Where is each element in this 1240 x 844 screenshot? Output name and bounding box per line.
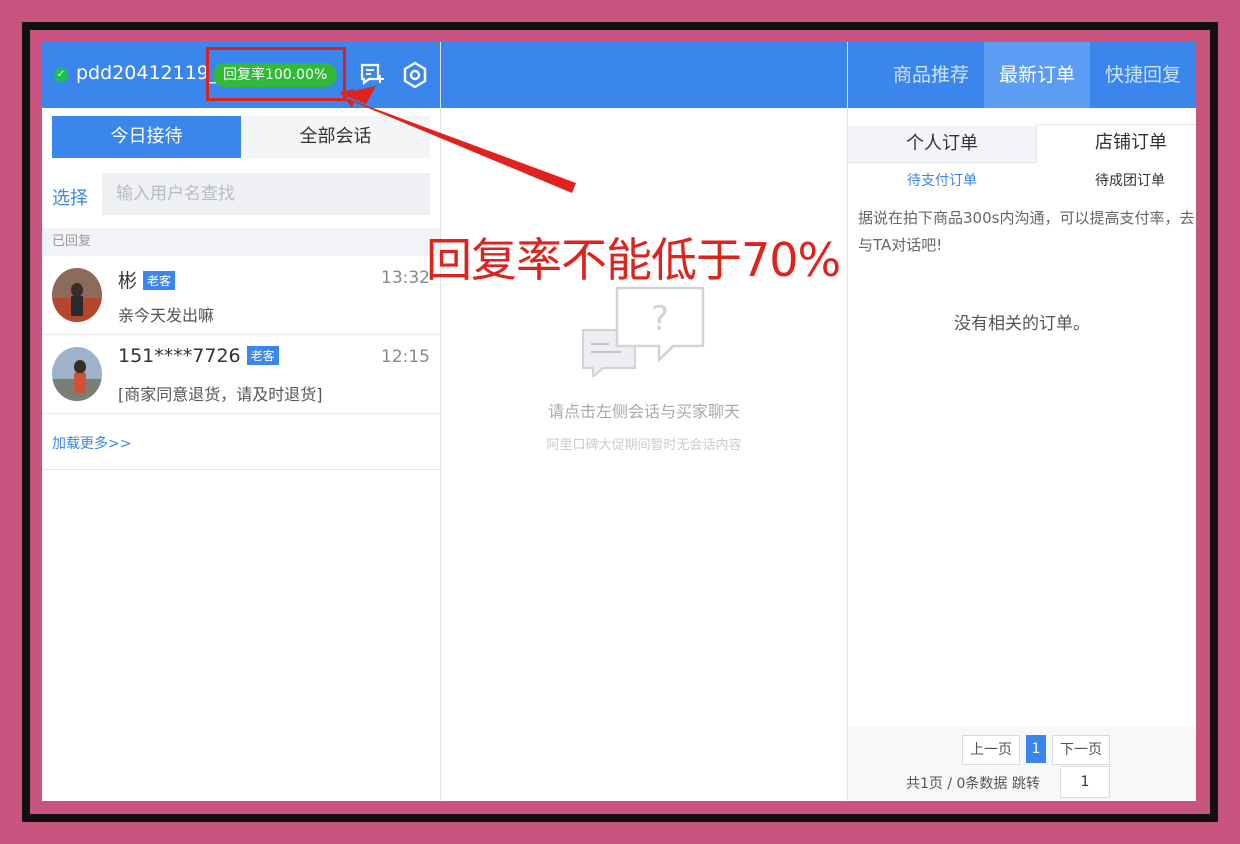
order-notice: 据说在拍下商品300s内沟通，可以提高支付率，去与TA对话吧!: [858, 209, 1195, 254]
chat-bubbles-icon: ?: [577, 282, 707, 380]
subtab-pending-payment[interactable]: 待支付订单: [848, 170, 1036, 190]
top-bar: ✓ pdd20412119_ 回复率100.00% 商品推荐 最新订单 快捷回复: [42, 42, 1196, 108]
returning-customer-badge: 老客: [246, 346, 279, 365]
conversation-name: 彬老客: [118, 266, 176, 293]
tab-today-reception[interactable]: 今日接待: [52, 116, 241, 158]
user-search-input[interactable]: [102, 173, 430, 215]
tab-personal-orders[interactable]: 个人订单: [848, 126, 1036, 163]
conversation-message: [商家同意退货，请及时退货]: [118, 385, 323, 404]
settings-icon[interactable]: [401, 61, 429, 89]
conversation-time: 12:15: [381, 347, 430, 367]
list-divider: [42, 469, 440, 470]
select-link[interactable]: 选择: [52, 184, 88, 210]
annotation-text: 回复率不能低于70%: [426, 233, 841, 287]
conversation-item[interactable]: 151****7726 老客 12:15 [商家同意退货，请及时退货]: [42, 335, 440, 414]
tab-all-sessions[interactable]: 全部会话: [241, 116, 430, 158]
next-page-button[interactable]: 下一页: [1052, 735, 1110, 765]
conversation-name: 151****7726 老客: [118, 345, 279, 367]
account-username: pdd20412119_: [76, 62, 219, 84]
highlight-box: [206, 47, 346, 101]
tab-store-orders[interactable]: 店铺订单: [1036, 124, 1196, 163]
goto-page-input[interactable]: 1: [1060, 766, 1110, 798]
section-replied-label: 已回复: [42, 228, 440, 256]
chat-window: ✓ pdd20412119_ 回复率100.00% 商品推荐 最新订单 快捷回复…: [42, 42, 1196, 801]
empty-state-subtitle: 阿里口碑大促期间暂时无会话内容: [546, 438, 742, 453]
avatar: [52, 347, 102, 401]
empty-state-title: 请点击左侧会话与买家聊天: [547, 402, 740, 421]
edit-message-icon[interactable]: [358, 61, 386, 89]
prev-page-button[interactable]: 上一页: [962, 735, 1020, 765]
tab-latest-orders[interactable]: 最新订单: [984, 42, 1090, 108]
conversation-time: 13:32: [381, 268, 430, 288]
pagination-info: 共1页 / 0条数据 跳转: [906, 776, 1040, 792]
returning-customer-badge: 老客: [143, 271, 176, 290]
current-page-button[interactable]: 1: [1026, 735, 1046, 763]
online-status-icon: ✓: [54, 68, 68, 82]
tab-quick-reply[interactable]: 快捷回复: [1090, 42, 1196, 108]
conversation-message: 亲今天发出嘛: [118, 306, 215, 325]
load-more-link[interactable]: 加载更多>>: [52, 433, 131, 453]
tab-product-recommend[interactable]: 商品推荐: [878, 42, 984, 108]
subtab-pending-group[interactable]: 待成团订单: [1036, 170, 1196, 190]
svg-text:?: ?: [651, 299, 669, 339]
conversation-item[interactable]: 彬老客 13:32 亲今天发出嘛: [42, 256, 440, 335]
no-orders-message: 没有相关的订单。: [954, 314, 1090, 334]
avatar: [52, 268, 102, 322]
